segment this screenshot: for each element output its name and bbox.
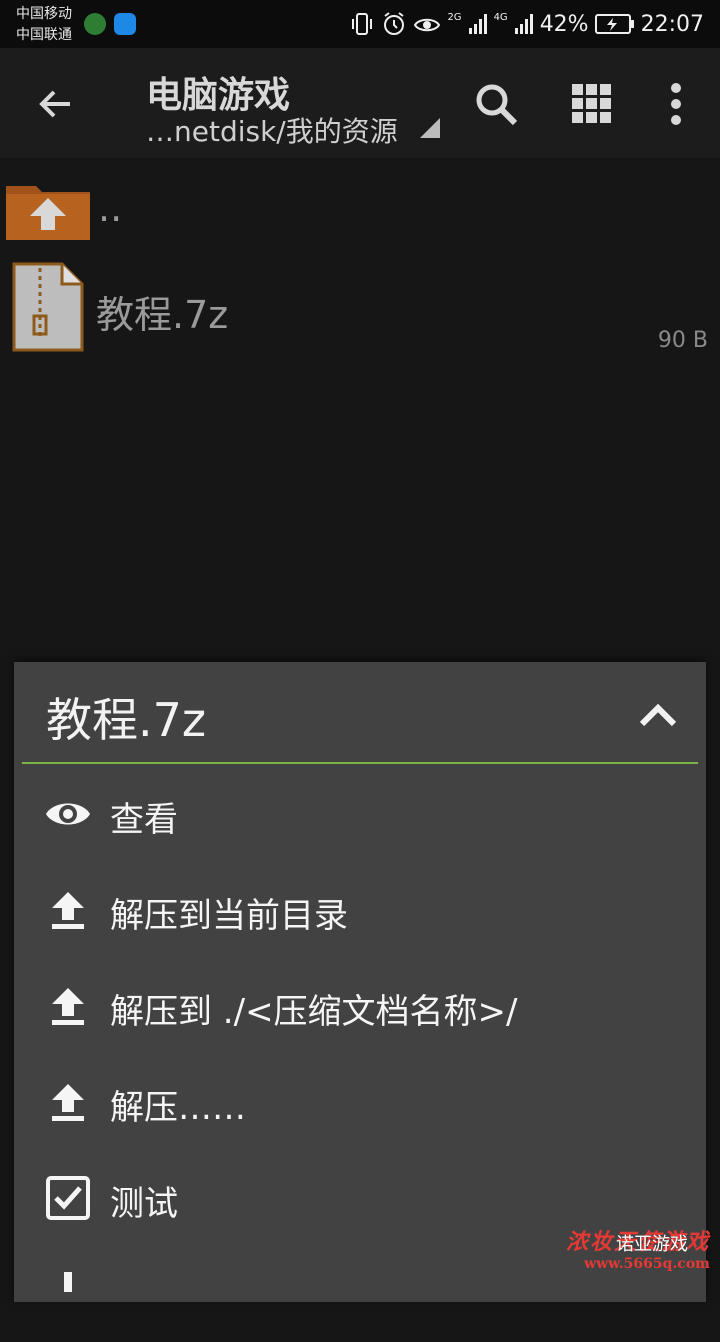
parent-folder-icon	[6, 186, 90, 240]
file-name: 教程.7z	[96, 293, 229, 337]
extract-icon	[52, 988, 84, 1025]
status-bar: 中国移动 中国联通 2G 4G 42% 22:07	[0, 0, 720, 48]
search-icon[interactable]	[472, 80, 520, 128]
alarm-icon	[384, 12, 405, 35]
path-dropdown[interactable]: …netdisk/我的资源	[146, 110, 398, 150]
menu-item-extract-here[interactable]: 解压到当前目录	[14, 862, 706, 958]
network-type-1: 2G	[447, 11, 462, 23]
watermark: 诺亚游戏 浓妆天使游戏 www.5665q.com	[566, 1224, 710, 1272]
clock: 22:07	[640, 11, 704, 37]
more-vert-icon[interactable]	[652, 80, 700, 128]
battery-charging-icon	[594, 14, 634, 34]
file-size: 90 B	[657, 328, 708, 353]
eye-icon	[46, 803, 90, 825]
notification-app-icon	[84, 13, 106, 35]
watermark-url: www.5665q.com	[584, 1256, 710, 1272]
menu-item-view[interactable]: 查看	[14, 766, 706, 862]
signal-icon	[514, 14, 533, 34]
menu-item-label: 解压到 ./<压缩文档名称>/	[110, 992, 518, 1032]
menu-item-extract-to-folder[interactable]: 解压到 ./<压缩文档名称>/	[14, 958, 706, 1054]
battery-percent: 42%	[539, 11, 589, 37]
app-toolbar: 电脑游戏 …netdisk/我的资源	[0, 48, 720, 158]
wechat-brand: 诺亚游戏	[616, 1234, 688, 1255]
vibrate-icon	[352, 13, 373, 35]
network-type-2: 4G	[493, 11, 508, 23]
menu-item-extract[interactable]: 解压……	[14, 1054, 706, 1150]
carrier-2: 中国联通	[16, 27, 72, 43]
list-item-parent[interactable]: ..	[0, 170, 720, 250]
download-icon	[64, 1272, 72, 1292]
list-item-file[interactable]: 教程.7z 90 B	[0, 258, 720, 358]
archive-file-icon	[12, 262, 84, 352]
checkbox-icon	[46, 1176, 90, 1220]
extract-icon	[52, 892, 84, 929]
grid-view-icon[interactable]	[568, 80, 616, 128]
file-actions-sheet: 教程.7z 查看 解压到当前目录 解压到 ./<压缩文档名称>/ 解压…… 测试	[14, 662, 706, 1302]
menu-item-label: 查看	[110, 800, 178, 840]
back-arrow-icon[interactable]	[30, 78, 82, 130]
carrier-1: 中国移动	[16, 6, 72, 22]
notification-app-icon	[114, 13, 136, 35]
status-icons: 2G 4G 42% 22:07	[349, 0, 720, 48]
menu-item-label: 解压……	[110, 1088, 246, 1128]
sheet-divider	[22, 762, 698, 764]
menu-item-label: 测试	[110, 1184, 178, 1224]
chevron-up-icon[interactable]	[634, 692, 682, 740]
menu-item-label: 解压到当前目录	[110, 896, 348, 936]
dropdown-triangle-icon[interactable]	[420, 118, 440, 138]
signal-icon	[468, 14, 487, 34]
file-name: ..	[98, 186, 123, 230]
eye-comfort-icon	[414, 18, 441, 32]
sheet-title: 教程.7z	[46, 693, 207, 747]
extract-icon	[52, 1084, 84, 1121]
